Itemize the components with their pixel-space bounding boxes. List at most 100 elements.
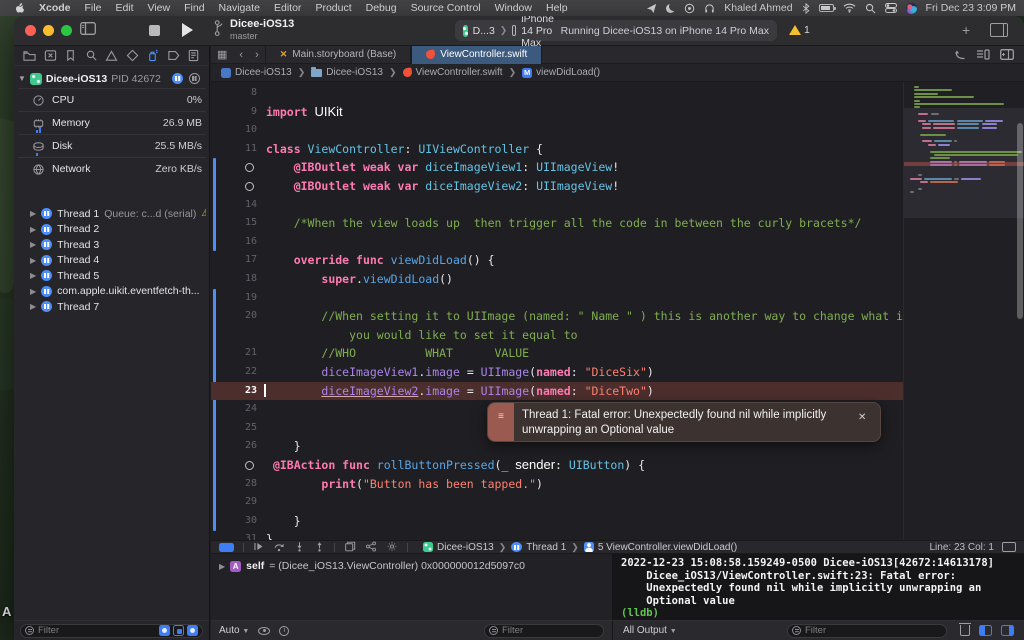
- tab-main-storyboard[interactable]: ✕ Main.storyboard (Base): [265, 46, 411, 64]
- code-line[interactable]: @IBAction func rollButtonPressed(_ sende…: [211, 456, 903, 475]
- code-editor[interactable]: 89import UIKit1011class ViewController: …: [211, 82, 1024, 540]
- window-minimize-button[interactable]: [43, 25, 54, 36]
- find-navigator-icon[interactable]: [85, 49, 98, 62]
- show-console-pane-icon[interactable]: [1001, 625, 1014, 636]
- window-zoom-button[interactable]: [61, 25, 72, 36]
- thread-row[interactable]: ▶Thread 5: [18, 268, 206, 284]
- project-navigator-icon[interactable]: [23, 49, 36, 62]
- warning-badge[interactable]: 1: [789, 24, 810, 36]
- outlet-connector-icon[interactable]: [245, 182, 254, 191]
- siri-icon[interactable]: [906, 3, 917, 14]
- code-line[interactable]: 23 diceImageView2.image = UIImage(named:…: [211, 382, 903, 401]
- memory-graph-icon[interactable]: [365, 541, 377, 554]
- run-button[interactable]: [182, 23, 193, 37]
- disclosure-chevron-icon[interactable]: ▶: [30, 302, 36, 311]
- wifi-icon[interactable]: [843, 3, 856, 13]
- thread-row[interactable]: ▶com.apple.uikit.eventfetch-th...: [18, 284, 206, 300]
- code-line[interactable]: you would like to set it equal to: [211, 326, 903, 345]
- scheme-selector[interactable]: D...3 ❯ iPhone 14 Pro Max Running Dicee-…: [455, 20, 777, 41]
- headphones-icon[interactable]: [704, 3, 715, 14]
- gauge-row-network[interactable]: NetworkZero KB/s: [18, 157, 206, 180]
- disclosure-chevron-icon[interactable]: ▶: [30, 271, 36, 280]
- tests-navigator-icon[interactable]: [126, 49, 139, 62]
- code-line[interactable]: 10: [211, 121, 903, 140]
- disclosure-chevron-icon[interactable]: ▶: [30, 256, 36, 265]
- disclosure-chevron-icon[interactable]: ▶: [30, 225, 36, 234]
- jumpbar-item[interactable]: ViewController.swift: [403, 67, 503, 78]
- code-line[interactable]: 15 /*When the view loads up then trigger…: [211, 214, 903, 233]
- view-hierarchy-icon[interactable]: [344, 541, 356, 554]
- thread-row[interactable]: ▶Thread 1Queue: c...d (serial)⚠: [18, 206, 206, 222]
- menu-item-find[interactable]: Find: [177, 2, 211, 14]
- menubar-clock[interactable]: Fri Dec 23 3:09 PM: [926, 2, 1016, 14]
- forward-chevron-icon[interactable]: ›: [249, 49, 265, 61]
- jump-bar[interactable]: Dicee-iOS13❯Dicee-iOS13❯ViewController.s…: [211, 64, 1024, 82]
- menubar-username[interactable]: Khaled Ahmed: [724, 2, 792, 14]
- focus-moon-icon[interactable]: [666, 4, 675, 13]
- screen-record-icon[interactable]: [684, 3, 695, 14]
- apple-menu-icon[interactable]: [8, 1, 32, 16]
- editor-layout-icon[interactable]: [990, 23, 1008, 37]
- disclosure-chevron-icon[interactable]: ▶: [30, 209, 36, 218]
- fatal-error-banner[interactable]: ≡ Thread 1: Fatal error: Unexpectedly fo…: [487, 402, 881, 442]
- control-center-icon[interactable]: [885, 3, 897, 13]
- related-items-icon[interactable]: ▦: [211, 48, 233, 61]
- jumpbar-item[interactable]: Dicee-iOS13: [221, 67, 292, 78]
- console-output-select[interactable]: All Output ▼: [623, 625, 677, 636]
- menu-item-edit[interactable]: Edit: [108, 2, 140, 14]
- jumpbar-item[interactable]: MviewDidLoad(): [522, 67, 600, 78]
- thread-row[interactable]: ▶Thread 2: [18, 222, 206, 238]
- toggle-navigator-icon[interactable]: [80, 22, 96, 38]
- menu-item-navigate[interactable]: Navigate: [212, 2, 267, 14]
- clear-console-icon[interactable]: [960, 625, 970, 636]
- minimap-toggle-icon[interactable]: [976, 49, 990, 60]
- spotlight-icon[interactable]: [865, 3, 876, 14]
- breakpoints-toggle-button[interactable]: [219, 543, 234, 552]
- code-line[interactable]: 19: [211, 289, 903, 308]
- add-editor-icon[interactable]: [1000, 49, 1014, 60]
- breakpoints-navigator-icon[interactable]: [167, 49, 180, 62]
- paper-plane-icon[interactable]: [646, 3, 657, 14]
- menu-item-file[interactable]: File: [78, 2, 109, 14]
- code-review-icon[interactable]: [954, 49, 966, 60]
- menu-item-xcode[interactable]: Xcode: [32, 2, 78, 14]
- variable-row[interactable]: ▶ A self = (Dicee_iOS13.ViewController) …: [219, 560, 612, 572]
- code-line[interactable]: 16: [211, 233, 903, 252]
- code-line[interactable]: @IBOutlet weak var diceImageView2: UIIma…: [211, 177, 903, 196]
- gauge-row-memory[interactable]: Memory26.9 MB: [18, 111, 206, 134]
- menu-item-product[interactable]: Product: [308, 2, 358, 14]
- display-icon[interactable]: [1002, 542, 1016, 552]
- tab-viewcontroller-swift[interactable]: ViewController.swift: [411, 46, 542, 64]
- window-close-button[interactable]: [25, 25, 36, 36]
- code-line[interactable]: 30 }: [211, 512, 903, 531]
- show-variables-pane-icon[interactable]: [979, 625, 992, 636]
- code-line[interactable]: 17 override func viewDidLoad() {: [211, 251, 903, 270]
- pause-process-icon[interactable]: [189, 73, 200, 84]
- code-line[interactable]: 21 //WHO WHAT VALUE: [211, 344, 903, 363]
- navigator-filter-field[interactable]: Filter: [20, 624, 203, 638]
- code-line[interactable]: 22 diceImageView1.image = UIImage(named:…: [211, 363, 903, 382]
- jumpbar-item[interactable]: Dicee-iOS13: [311, 67, 383, 78]
- debug-crumb[interactable]: Thread 1: [511, 542, 566, 553]
- gauge-row-cpu[interactable]: CPU0%: [18, 88, 206, 111]
- menu-item-editor[interactable]: Editor: [267, 2, 308, 14]
- scheme-project-block[interactable]: Dicee-iOS13 master: [214, 18, 294, 41]
- menu-item-help[interactable]: Help: [539, 2, 575, 14]
- step-out-icon[interactable]: [314, 541, 325, 554]
- back-chevron-icon[interactable]: ‹: [233, 49, 249, 61]
- reports-navigator-icon[interactable]: [187, 49, 200, 62]
- disclosure-chevron-icon[interactable]: ▼: [18, 74, 26, 83]
- code-line[interactable]: 8: [211, 84, 903, 103]
- variables-filter-field[interactable]: Filter: [484, 624, 604, 638]
- menu-item-source-control[interactable]: Source Control: [404, 2, 488, 14]
- minimap[interactable]: [903, 82, 1024, 540]
- test-failures-icon[interactable]: [44, 49, 57, 62]
- outlet-connector-icon[interactable]: [245, 461, 254, 470]
- debug-gauge-icon[interactable]: [172, 73, 183, 84]
- menu-item-debug[interactable]: Debug: [359, 2, 404, 14]
- code-line[interactable]: 14: [211, 196, 903, 215]
- variables-view[interactable]: ▶ A self = (Dicee_iOS13.ViewController) …: [211, 554, 613, 620]
- add-button[interactable]: +: [962, 22, 970, 38]
- process-row[interactable]: ▼ Dicee-iOS13 PID 42672: [18, 70, 206, 87]
- code-line[interactable]: @IBOutlet weak var diceImageView1: UIIma…: [211, 158, 903, 177]
